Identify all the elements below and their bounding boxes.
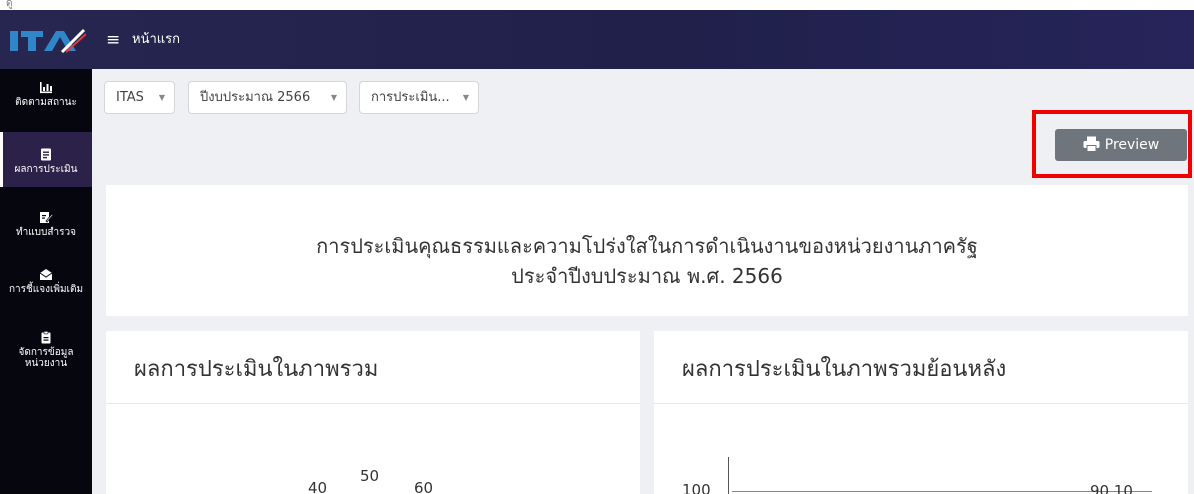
top-header: ≡ หน้าแรก: [0, 10, 1194, 69]
report-icon: [41, 148, 51, 161]
top-caption-strip: ดู: [0, 0, 1194, 10]
assessment-select[interactable]: การประเมิน... ▼: [359, 81, 479, 114]
sidebar-item-label: ผลการประเมิน: [14, 164, 78, 175]
edit-survey-icon: [40, 212, 53, 223]
top-caption: ดู: [6, 0, 13, 9]
sidebar-item-label: การชี้แจงเพิ่มเติม: [8, 284, 84, 295]
highlight-box: [1032, 110, 1192, 178]
gauge-label-60: 60: [414, 479, 434, 494]
clipboard-icon: [41, 331, 51, 344]
sidebar-item-status[interactable]: ติดตามสถานะ: [0, 81, 92, 131]
card-divider: [106, 403, 640, 404]
page-title: หน้าแรก: [132, 32, 180, 47]
chevron-down-icon: ▼: [158, 93, 165, 102]
history-result-card: ผลการประเมินในภาพรวมย้อนหลัง 100 90.10: [654, 331, 1188, 494]
message-icon: [39, 269, 53, 280]
sidebar-item-label-line2: หน่วยงาน: [24, 358, 68, 369]
data-label: 90.10: [1090, 482, 1133, 494]
gauge-label-40: 40: [308, 479, 328, 494]
history-result-title: ผลการประเมินในภาพรวมย้อนหลัง: [682, 357, 1007, 382]
sidebar-item-survey[interactable]: ทำแบบสำรวจ: [0, 211, 92, 251]
hamburger-icon[interactable]: ≡: [106, 30, 120, 50]
chart-series-line: [732, 491, 1152, 492]
fiscal-year-select-value: ปีงบประมาณ 2566: [200, 90, 311, 105]
gauge-label-50: 50: [360, 467, 380, 485]
y-tick-100: 100: [682, 481, 711, 494]
report-title-line2: ประจำปีงบประมาณ พ.ศ. 2566: [511, 264, 783, 288]
sidebar-item-results[interactable]: ผลการประเมิน: [0, 132, 92, 187]
report-title-card: การประเมินคุณธรรมและความโปร่งใสในการดำเน…: [106, 185, 1188, 316]
chart-y-axis: [728, 457, 729, 494]
sidebar: ติดตามสถานะ ผลการประเมิน ทำแบบสำรวจ การช…: [0, 69, 92, 494]
overall-result-card: ผลการประเมินในภาพรวม 40 50 60: [106, 331, 640, 494]
sidebar-item-agency-data[interactable]: จัดการข้อมูล หน่วยงาน: [0, 331, 92, 371]
fiscal-year-select[interactable]: ปีงบประมาณ 2566 ▼: [188, 81, 347, 114]
chevron-down-icon: ▼: [462, 93, 469, 102]
sidebar-item-label: จัดการข้อมูล: [18, 347, 74, 358]
sidebar-item-label: ติดตามสถานะ: [15, 97, 77, 108]
assessment-select-value: การประเมิน...: [371, 90, 450, 105]
card-divider: [654, 403, 1188, 404]
sidebar-item-clarification[interactable]: การชี้แจงเพิ่มเติม: [0, 268, 92, 308]
chart-icon: [40, 82, 52, 94]
system-select[interactable]: ITAS ▼: [104, 81, 175, 114]
sidebar-item-label: ทำแบบสำรวจ: [16, 227, 76, 238]
report-title-line1: การประเมินคุณธรรมและความโปร่งใสในการดำเน…: [316, 234, 978, 258]
overall-result-title: ผลการประเมินในภาพรวม: [134, 357, 379, 382]
system-select-value: ITAS: [116, 90, 144, 105]
ita-logo[interactable]: [10, 28, 86, 54]
chevron-down-icon: ▼: [330, 93, 337, 102]
